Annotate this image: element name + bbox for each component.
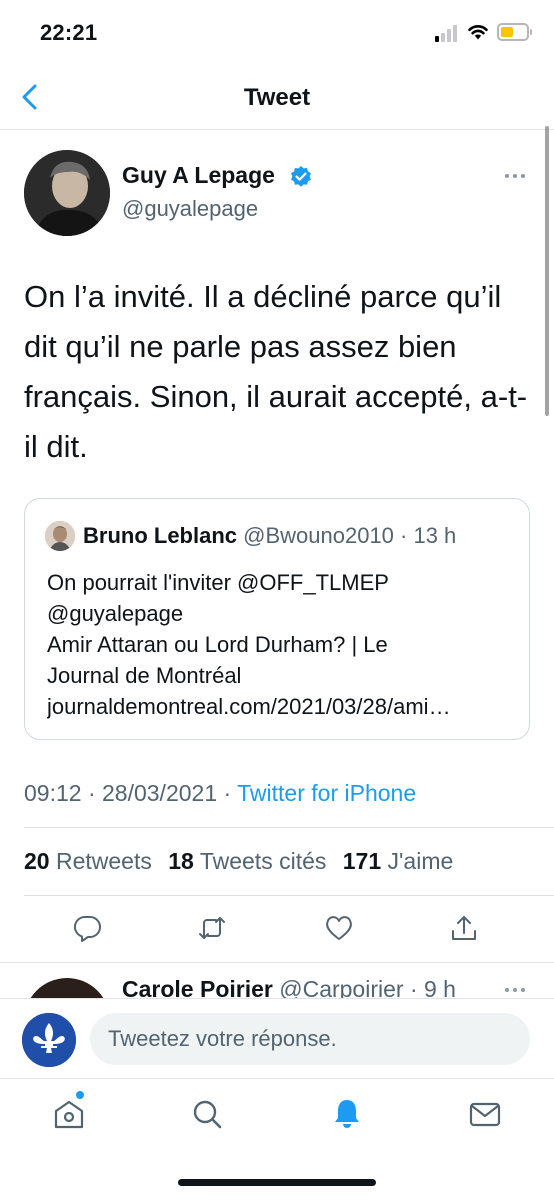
home-indicator [178, 1179, 376, 1186]
author-name[interactable]: Guy A Lepage [122, 162, 275, 189]
current-user-avatar[interactable] [22, 1013, 76, 1067]
quoted-link[interactable]: journaldemontreal.com/2021/03/28/ami… [47, 691, 517, 722]
quoted-line: @guyalepage [47, 601, 184, 626]
retweets-label: Retweets [55, 848, 152, 874]
tweet-text: On l’a invité. Il a décliné parce qu’il … [24, 279, 528, 464]
retweet-icon[interactable] [197, 913, 227, 943]
notifications-icon[interactable] [330, 1097, 364, 1131]
divider [24, 827, 554, 828]
more-options-icon[interactable] [503, 166, 527, 186]
tweet-timestamp-line: 09:12 · 28/03/2021 · Twitter for iPhone [24, 780, 416, 807]
tweet-action-bar [0, 905, 554, 955]
wifi-icon [468, 25, 488, 40]
quoted-line: Journal de Montréal [47, 663, 242, 688]
battery-icon [497, 23, 532, 41]
author-handle[interactable]: @guyalepage [122, 196, 258, 222]
tweet-timestamp: 09:12 · 28/03/2021 · [24, 780, 238, 806]
tweet-source-link[interactable]: Twitter for iPhone [237, 780, 416, 806]
page-title: Tweet [243, 84, 311, 111]
likes-label: J'aime [387, 848, 454, 874]
divider [0, 962, 554, 963]
quotes-count: 18 [168, 848, 194, 874]
author-avatar[interactable] [24, 150, 110, 236]
likes-stat[interactable]: 171 J'aime [343, 848, 454, 874]
nav-bar: Tweet [0, 66, 554, 130]
divider [24, 895, 554, 896]
quoted-tweet-header: Bruno Leblanc @Bwouno2010 · 13 h [83, 523, 456, 549]
reply-icon[interactable] [73, 913, 103, 943]
status-time: 22:21 [40, 20, 98, 45]
cellular-signal-icon [435, 24, 461, 42]
scroll-indicator [545, 126, 549, 416]
likes-count: 171 [342, 848, 382, 874]
more-options-icon[interactable] [503, 980, 527, 1000]
reply-input[interactable] [90, 1013, 530, 1065]
search-icon[interactable] [190, 1097, 224, 1131]
quoted-author-meta: @Bwouno2010 · 13 h [243, 523, 457, 548]
quoted-author-name: Bruno Leblanc [83, 523, 238, 548]
retweets-stat[interactable]: 20 Retweets [24, 848, 152, 874]
share-icon[interactable] [449, 913, 479, 943]
home-icon[interactable] [52, 1097, 86, 1131]
quoted-tweet-text: On pourrait l'inviter @OFF_TLMEP @guyale… [47, 567, 517, 722]
messages-icon[interactable] [468, 1097, 502, 1131]
verified-badge-icon [291, 166, 311, 187]
quoted-tweet-card[interactable]: Bruno Leblanc @Bwouno2010 · 13 h On pour… [24, 498, 530, 740]
quotes-label: Tweets cités [199, 848, 327, 874]
reply-compose-bar [0, 998, 554, 1078]
quoted-line: Amir Attaran ou Lord Durham? | Le [47, 632, 388, 657]
like-icon[interactable] [324, 913, 354, 943]
quoted-line: On pourrait l'inviter @OFF_TLMEP [47, 570, 389, 595]
status-bar: 22:21 [0, 0, 554, 66]
fleur-de-lis-icon [22, 1013, 76, 1067]
quoted-author-avatar [45, 521, 75, 551]
quotes-stat[interactable]: 18 Tweets cités [168, 848, 326, 874]
tweet-stats: 20 Retweets 18 Tweets cités 171 J'aime [24, 848, 453, 875]
retweets-count: 20 [24, 848, 50, 874]
